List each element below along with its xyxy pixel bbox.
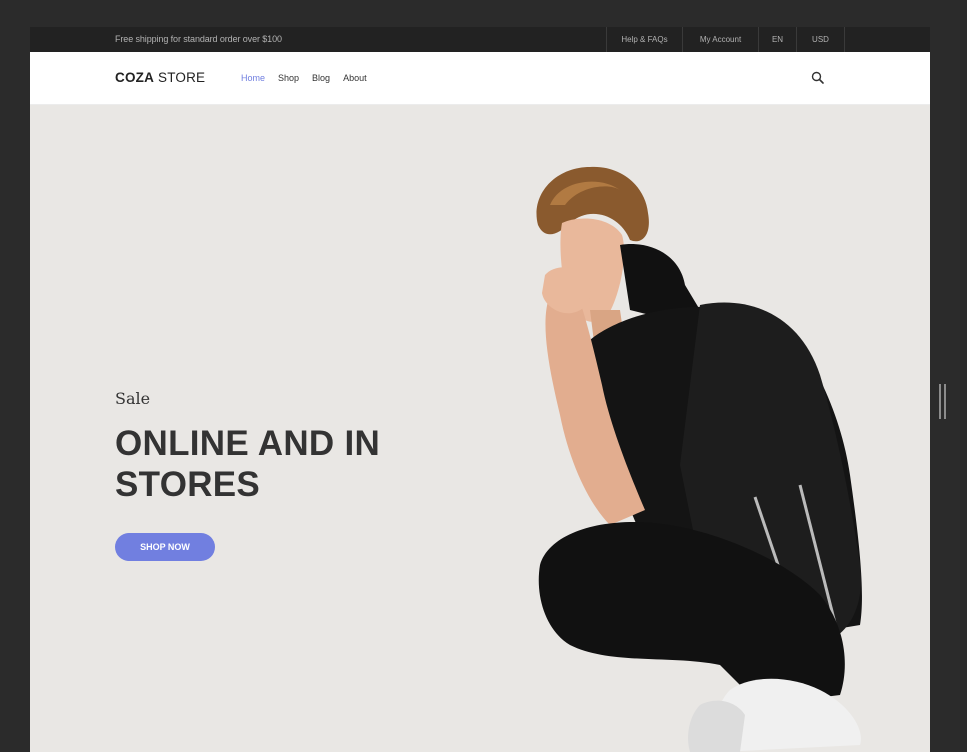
my-account-link[interactable]: My Account [683,27,759,52]
help-faqs-link[interactable]: Help & FAQs [607,27,683,52]
nav-home[interactable]: Home [241,52,265,104]
top-bar-links: Help & FAQs My Account EN USD [606,27,845,52]
currency-selector[interactable]: USD [797,27,845,52]
hero-banner: Sale ONLINE AND IN STORES SHOP NOW [30,105,930,752]
shipping-notice: Free shipping for standard order over $1… [115,34,282,44]
logo[interactable]: COZA STORE [115,52,205,104]
logo-regular: STORE [154,70,206,85]
top-bar: Free shipping for standard order over $1… [30,27,930,52]
hero-headline: ONLINE AND IN STORES [115,424,381,504]
nav-shop[interactable]: Shop [278,52,299,104]
nav-blog[interactable]: Blog [312,52,330,104]
shop-now-button[interactable]: SHOP NOW [115,533,215,561]
main-nav: Home Shop Blog About [241,52,380,104]
page: Free shipping for standard order over $1… [30,27,930,752]
search-icon[interactable] [810,70,826,86]
main-header: COZA STORE Home Shop Blog About [30,52,930,105]
scrollbar-handle[interactable] [939,384,947,419]
model-photo [536,166,862,752]
logo-bold: COZA [115,70,155,85]
nav-about[interactable]: About [343,52,367,104]
language-selector[interactable]: EN [759,27,797,52]
hero-tagline: Sale [115,389,151,408]
